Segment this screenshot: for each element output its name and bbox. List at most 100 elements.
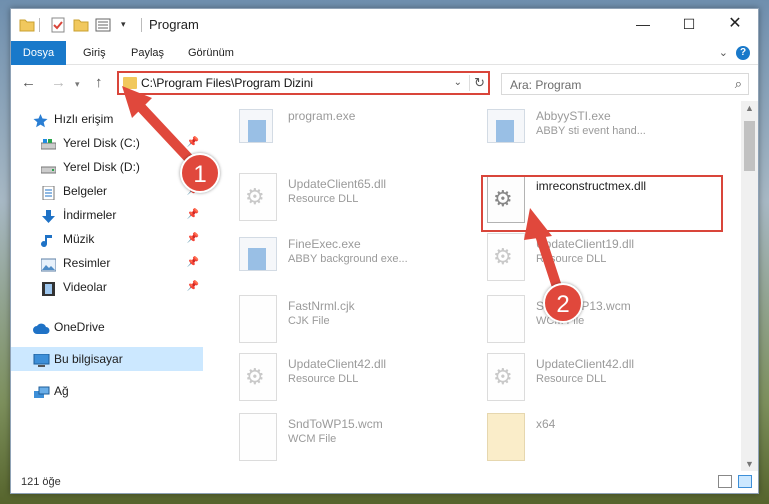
dll-file-icon (487, 233, 525, 281)
scroll-down-icon[interactable]: ▼ (745, 459, 754, 469)
highlight-box (481, 175, 723, 232)
sidebar-item-label: Yerel Disk (C:) (63, 136, 140, 150)
help-icon[interactable]: ? (736, 46, 750, 60)
address-dropdown-icon[interactable]: ⌄ (454, 77, 462, 88)
up-arrow-icon[interactable]: ↑ (95, 74, 103, 91)
file-item[interactable]: FastNrml.cjk CJK File (233, 293, 463, 347)
pictures-icon (40, 256, 57, 272)
address-path[interactable]: C:\Program Files\Program Dizini (141, 76, 313, 90)
sidebar-item-disk-c[interactable]: Yerel Disk (C:) 📌 (11, 131, 203, 155)
sidebar-item-music[interactable]: Müzik 📌 (11, 227, 203, 251)
address-bar[interactable]: C:\Program Files\Program Dizini ⌄ ↻ (117, 71, 490, 95)
file-item[interactable]: program.exe (233, 103, 463, 157)
item-count: 121 öğe (21, 476, 61, 488)
minimize-button[interactable]: — (620, 9, 666, 39)
dll-file-icon (487, 353, 525, 401)
pin-icon[interactable]: 📌 (187, 203, 199, 227)
tab-view[interactable]: Görünüm (178, 41, 244, 65)
sidebar-item-videos[interactable]: Videolar 📌 (11, 275, 203, 299)
pin-icon[interactable]: 📌 (187, 251, 199, 275)
close-button[interactable]: ✕ (712, 9, 758, 39)
file-name: AbbyySTI.exe (536, 109, 611, 123)
file-item[interactable]: SndToWP13.wcm WCM File (481, 293, 711, 347)
sidebar-item-pictures[interactable]: Resimler 📌 (11, 251, 203, 275)
details-view-icon[interactable] (718, 475, 732, 488)
sidebar-item-label: Belgeler (63, 184, 108, 198)
view-options-icon[interactable] (95, 17, 117, 33)
annotation-badge-1: 1 (180, 153, 220, 193)
sidebar-item-quick-access[interactable]: Hızlı erişim (11, 107, 203, 131)
quick-access-dropdown-icon[interactable]: ▾ (121, 19, 131, 35)
network-icon (33, 384, 50, 398)
folder-icon (123, 77, 137, 89)
scroll-up-icon[interactable]: ▲ (745, 103, 754, 113)
drive-icon (40, 136, 57, 150)
sidebar-item-disk-d[interactable]: Yerel Disk (D:) 📌 (11, 155, 203, 179)
refresh-icon[interactable]: ↻ (469, 75, 485, 91)
video-icon (41, 280, 56, 296)
pin-icon[interactable]: 📌 (187, 227, 199, 251)
sidebar-item-this-pc[interactable]: Bu bilgisayar (11, 347, 203, 371)
properties-check-icon[interactable] (51, 17, 65, 33)
file-name: program.exe (288, 109, 356, 123)
file-type: Resource DLL (288, 193, 359, 205)
sidebar-item-onedrive[interactable]: OneDrive (11, 315, 203, 339)
exe-file-icon (239, 237, 277, 271)
tab-home[interactable]: Giriş (73, 41, 116, 65)
file-item[interactable]: UpdateClient42.dll Resource DLL (233, 351, 463, 405)
sidebar-item-label: İndirmeler (63, 208, 117, 222)
file-item[interactable]: x64 (481, 411, 711, 465)
tab-share[interactable]: Paylaş (121, 41, 174, 65)
scrollbar-thumb[interactable] (744, 121, 755, 171)
pin-icon[interactable]: 📌 (187, 131, 199, 155)
search-input[interactable]: Ara: Program ⌕ (501, 73, 749, 95)
navigation-bar: ← → ▾ ↑ C:\Program Files\Program Dizini … (11, 66, 758, 100)
download-icon (41, 208, 56, 223)
file-name: FineExec.exe (288, 237, 361, 251)
sidebar-item-label: OneDrive (54, 320, 105, 334)
sidebar-item-downloads[interactable]: İndirmeler 📌 (11, 203, 203, 227)
expand-ribbon-icon[interactable]: ⌄ (719, 46, 728, 59)
file-icon (239, 413, 277, 461)
file-name: UpdateClient42.dll (536, 357, 635, 371)
sidebar-item-network[interactable]: Ağ (11, 379, 203, 403)
file-name: x64 (536, 417, 556, 431)
sidebar-item-label: Yerel Disk (D:) (63, 160, 140, 174)
back-arrow-icon[interactable]: ← (21, 74, 36, 91)
computer-icon (33, 352, 50, 367)
pin-icon[interactable]: 📌 (187, 275, 199, 299)
star-icon (33, 112, 48, 128)
recent-locations-icon[interactable]: ▾ (75, 79, 80, 90)
tab-file[interactable]: Dosya (11, 41, 66, 65)
status-bar: 121 öğe (11, 471, 758, 493)
new-folder-icon[interactable] (73, 17, 89, 33)
annotation-badge-2: 2 (543, 283, 583, 323)
vertical-scrollbar[interactable]: ▲ ▼ (741, 101, 758, 471)
file-item[interactable]: SndToWP15.wcm WCM File (233, 411, 463, 465)
folder-icon[interactable] (19, 17, 35, 33)
file-name: UpdateClient42.dll (288, 357, 387, 371)
file-item[interactable]: UpdateClient19.dll Resource DLL (481, 231, 711, 285)
file-type: ABBY sti event hand... (536, 125, 646, 137)
search-icon[interactable]: ⌕ (735, 76, 742, 92)
file-item[interactable]: UpdateClient42.dll Resource DLL (481, 351, 711, 405)
sidebar-item-label: Resimler (63, 256, 111, 270)
dll-file-icon (239, 353, 277, 401)
sidebar-item-label: Müzik (63, 232, 95, 246)
file-item[interactable]: AbbyySTI.exe ABBY sti event hand... (481, 103, 711, 157)
file-item[interactable]: UpdateClient65.dll Resource DLL (233, 171, 463, 225)
title-separator (141, 18, 142, 32)
maximize-button[interactable]: ☐ (666, 9, 712, 39)
forward-arrow-icon[interactable]: → (51, 74, 66, 91)
ribbon-tabs: Dosya Giriş Paylaş Görünüm ⌄ ? (11, 41, 758, 65)
large-icons-view-icon[interactable] (738, 475, 752, 488)
file-type: Resource DLL (536, 253, 607, 265)
cloud-icon (33, 320, 50, 334)
file-name: FastNrml.cjk (288, 299, 355, 313)
file-type: ABBY background exe... (288, 253, 408, 265)
file-icon (239, 295, 277, 343)
sidebar-item-documents[interactable]: Belgeler 📌 (11, 179, 203, 203)
file-item[interactable]: FineExec.exe ABBY background exe... (233, 231, 463, 285)
window-title: Program (149, 17, 199, 32)
folder-zip-icon (487, 413, 525, 461)
